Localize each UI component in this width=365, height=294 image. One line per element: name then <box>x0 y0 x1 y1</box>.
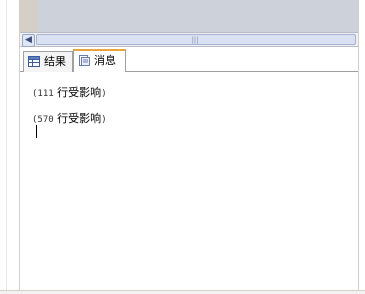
text-cursor <box>36 125 37 138</box>
scrollbar-thumb[interactable]: ||| <box>36 34 356 45</box>
messages-panel[interactable]: (111 行受影响) (570 行受影响) <box>20 72 358 290</box>
chevron-left-icon: ◀ <box>25 35 32 45</box>
bottom-frame <box>0 290 365 294</box>
tab-results[interactable]: 结果 <box>23 51 73 72</box>
message-line: (570 行受影响) <box>32 112 107 125</box>
query-editor[interactable] <box>38 0 358 32</box>
left-frame <box>0 0 20 294</box>
rows-affected-count: 111 <box>37 89 54 99</box>
results-tab-bar: 结果 消息 <box>20 47 358 73</box>
message-line: (111 行受影响) <box>32 86 107 99</box>
query-editor-area <box>20 0 358 32</box>
horizontal-scrollbar[interactable]: ◀ ||| <box>20 32 358 47</box>
tab-results-label: 结果 <box>44 55 66 68</box>
grid-icon <box>28 56 40 67</box>
document-icon <box>79 55 90 66</box>
rows-affected-text: 行受影响 <box>53 112 102 125</box>
tab-messages[interactable]: 消息 <box>73 49 126 73</box>
left-frame-line <box>6 0 7 294</box>
scroll-left-button[interactable]: ◀ <box>22 34 35 47</box>
tab-messages-label: 消息 <box>94 54 116 67</box>
rows-affected-count: 570 <box>37 115 54 125</box>
scrollbar-grip-icon: ||| <box>191 36 199 44</box>
right-frame <box>358 0 365 294</box>
rows-affected-text: 行受影响 <box>53 86 102 99</box>
